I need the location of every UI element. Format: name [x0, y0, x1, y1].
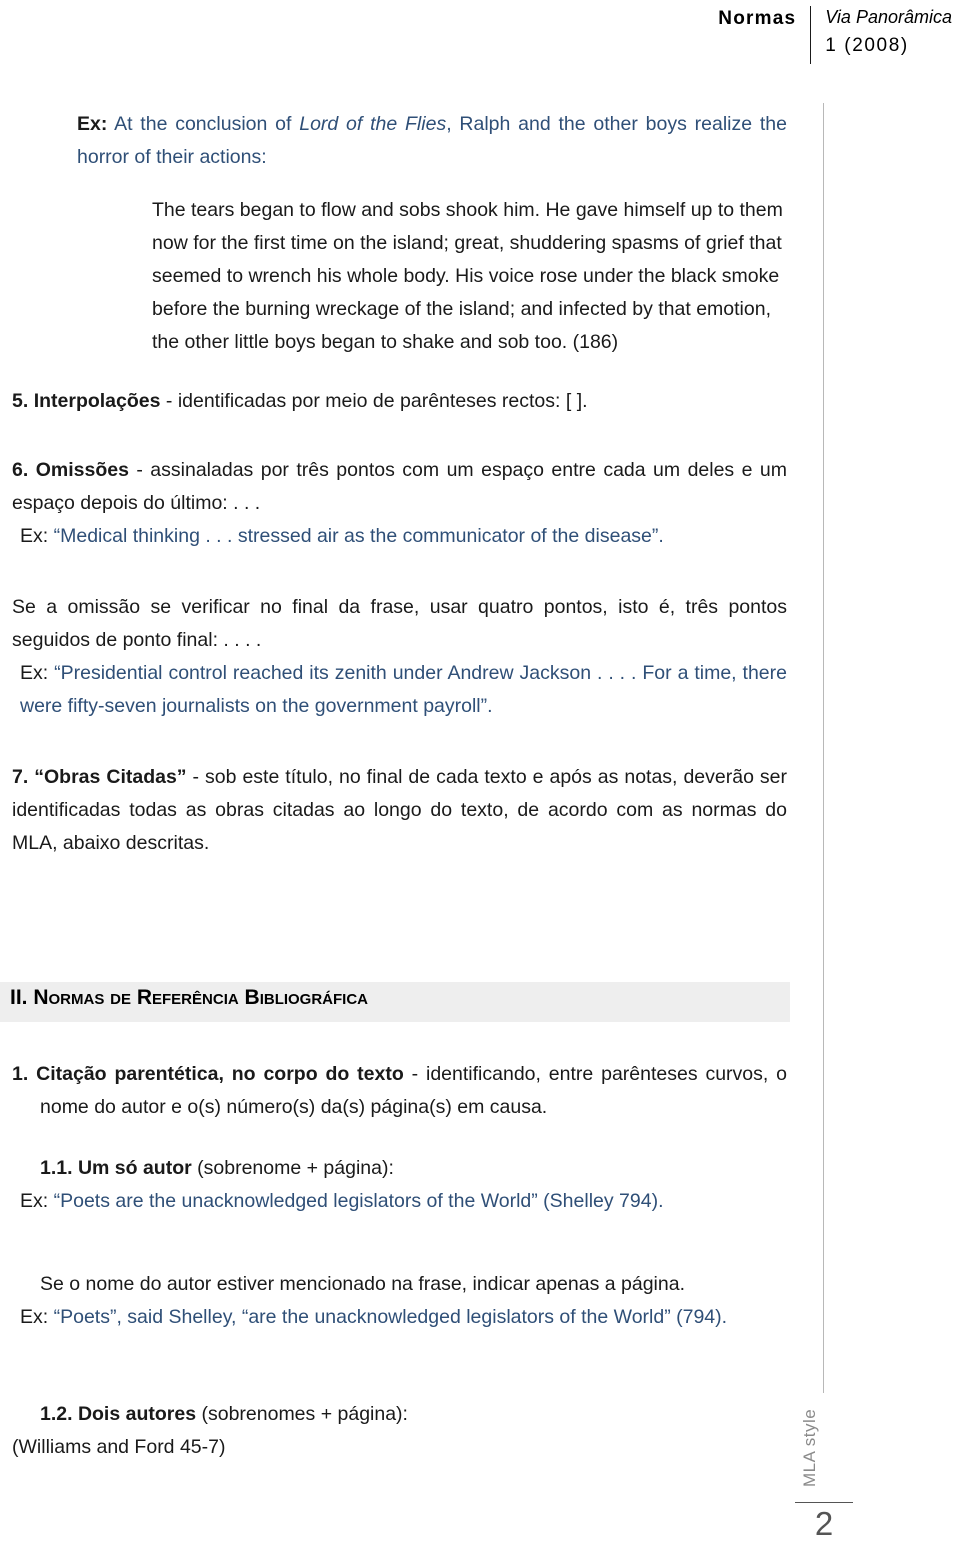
example-text: “Presidential control reached its zenith… [20, 662, 787, 717]
side-vertical-rule [823, 103, 824, 1393]
book-title: Lord of the Flies [299, 113, 447, 135]
list-item-b11: 1.1. Um só autor (sobrenome + página): [40, 1152, 787, 1185]
example-shelley-inline: Ex: “Poets”, said Shelley, “are the unac… [20, 1301, 787, 1334]
page-header: Normas Via Panorâmica 1 (2008) [0, 0, 960, 88]
example-text: “Poets are the unacknowledged legislator… [48, 1190, 664, 1212]
document-page: Normas Via Panorâmica 1 (2008) Ex: At th… [0, 0, 960, 1547]
item-7-number: 7. [12, 766, 29, 788]
example-text: “Poets”, said Shelley, “are the unacknow… [48, 1306, 728, 1328]
journal-title: Via Panorâmica [825, 7, 952, 27]
item-5-rest: - identificadas por meio de parênteses r… [160, 390, 588, 412]
item-6-number: 6. [12, 459, 29, 481]
omission-final-paragraph: Se a omissão se verificar no final da fr… [12, 596, 787, 651]
item-b11-term: 1.1. Um só autor [40, 1157, 192, 1179]
example-text: “Medical thinking . . . stressed air as … [48, 525, 664, 547]
section-heading-number: II. [10, 986, 34, 1009]
list-item-7: 7. “Obras Citadas” - sob este título, no… [12, 761, 787, 860]
list-item-b1: 1. Citação parentética, no corpo do text… [12, 1058, 787, 1124]
item-b11-rest: (sobrenome + página): [191, 1157, 394, 1179]
example-text-before: At the conclusion of [107, 113, 300, 135]
block-quote: The tears began to flow and sobs shook h… [152, 199, 783, 353]
document-body: Ex: At the conclusion of Lord of the Fli… [12, 108, 787, 860]
author-mentioned-block: Se o nome do autor estiver mencionado na… [12, 1268, 787, 1334]
list-item-b12: 1.2. Dois autores (sobrenomes + página): [40, 1398, 787, 1431]
item-b1-term: Citação parentética, no corpo do texto [36, 1063, 404, 1085]
header-section-label: Normas [718, 8, 797, 29]
example-prefix: Ex: [20, 1306, 49, 1328]
item-6-term: Omissões [35, 459, 129, 481]
item-5-number: 5. [12, 390, 29, 412]
page-number: 2 [814, 1505, 834, 1542]
list-item-5: 5. Interpolações - identificadas por mei… [12, 385, 787, 418]
bibliography-item-1-block: 1. Citação parentética, no corpo do text… [12, 1058, 787, 1124]
section-heading-title: Normas de Referência Bibliográfica [33, 986, 369, 1009]
bibliography-item-1-1-block: 1.1. Um só autor (sobrenome + página): E… [12, 1152, 787, 1218]
item-6-rest: - assinaladas por três pontos com um esp… [12, 459, 787, 514]
example-medical-thinking: Ex: “Medical thinking . . . stressed air… [20, 520, 787, 553]
item-b1-number: 1. [12, 1063, 29, 1085]
list-item-6: 6. Omissões - assinaladas por três ponto… [12, 454, 787, 520]
item-7-term: “Obras Citadas” [34, 766, 187, 788]
journal-issue: 1 (2008) [825, 35, 909, 57]
footer-side-label: MLA style [800, 1408, 819, 1487]
bibliography-item-1-2-block: 1.2. Dois autores (sobrenomes + página):… [12, 1398, 787, 1464]
example-prefix: Ex: [20, 1190, 49, 1212]
item-b12-term: 1.2. Dois autores [40, 1403, 197, 1425]
item-b12-rest: (sobrenomes + página): [196, 1403, 408, 1425]
item-5-term: Interpolações [33, 390, 161, 412]
example-prefix: Ex: [77, 113, 108, 135]
example-shelley-parenthetical: Ex: “Poets are the unacknowledged legisl… [20, 1185, 787, 1218]
footer-divider-rule [795, 1502, 853, 1503]
example-presidential-control: Ex: “Presidential control reached its ze… [20, 657, 787, 723]
author-mentioned-paragraph: Se o nome do autor estiver mencionado na… [40, 1273, 685, 1295]
example-prefix: Ex: [20, 662, 49, 684]
example-lord-of-the-flies: Ex: At the conclusion of Lord of the Fli… [77, 108, 787, 174]
header-journal-info: Via Panorâmica 1 (2008) [811, 4, 952, 60]
example-prefix: Ex: [20, 525, 49, 547]
example-williams-ford: (Williams and Ford 45-7) [12, 1436, 226, 1458]
header-inner: Normas Via Panorâmica 1 (2008) [718, 4, 952, 64]
section-heading: II. Normas de Referência Bibliográfica [10, 986, 368, 1010]
